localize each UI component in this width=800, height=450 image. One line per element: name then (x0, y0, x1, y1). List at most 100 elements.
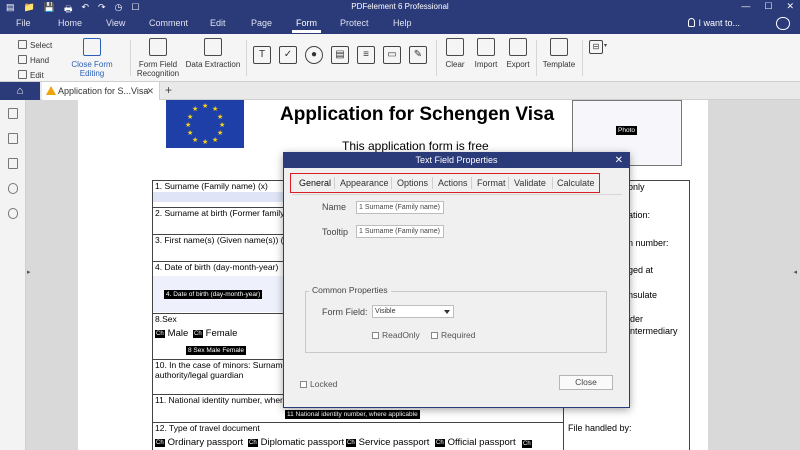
menu-edit[interactable]: Edit (210, 18, 226, 28)
menu-help[interactable]: Help (393, 18, 412, 28)
import-icon (477, 38, 495, 56)
hand-icon (18, 55, 27, 64)
ordinary-passport-option[interactable]: Ch Ordinary passport (155, 437, 243, 448)
radio-button-field-icon[interactable]: ● (305, 46, 323, 64)
locked-label: Locked (310, 379, 338, 389)
close-form-editing-button[interactable]: Close Form Editing (60, 38, 124, 78)
service-passport-option[interactable]: Ch Service passport (346, 437, 429, 448)
text-field-icon[interactable]: T (253, 46, 271, 64)
checkbox-icon[interactable]: Ch (248, 439, 258, 447)
service-passport-label: Service passport (358, 437, 430, 448)
title-bar: ▤ 📁 💾 🖶 ↶ ↷ ◷ ☐ PDFelement 6 Professiona… (0, 0, 800, 14)
close-tab-icon[interactable]: ✕ (146, 82, 154, 100)
checkbox-icon[interactable]: Ch (155, 330, 165, 338)
edit-icon (18, 70, 27, 79)
select-label: Select (30, 41, 53, 50)
diplomatic-passport-option[interactable]: Ch Diplomatic passport (248, 437, 344, 448)
checkbox-icon[interactable]: Ch (435, 439, 445, 447)
document-tab[interactable]: Application for S...Visa ✕ (42, 82, 160, 100)
i-want-to-search[interactable]: I want to... (688, 18, 740, 28)
dialog-close-icon[interactable]: ✕ (615, 153, 623, 168)
expand-right-panel-icon[interactable]: ◂ (793, 268, 797, 276)
clear-button[interactable]: Clear (443, 38, 467, 69)
comment-icon[interactable] (8, 158, 18, 169)
female-label: Female (205, 328, 238, 339)
common-properties-label: Common Properties (309, 285, 391, 295)
home-icon[interactable]: ⌂ (0, 82, 40, 100)
locked-checkbox[interactable]: Locked (300, 379, 337, 389)
separator (436, 40, 437, 76)
export-button[interactable]: Export (504, 38, 532, 69)
maximize-button[interactable]: ☐ (764, 1, 772, 12)
search-icon[interactable] (8, 208, 18, 219)
tab-validate[interactable]: Validate (514, 178, 546, 188)
date-of-birth-tag[interactable]: 4. Date of birth (day-month-year) (164, 290, 263, 299)
template-icon (550, 38, 568, 56)
checkbox-icon[interactable] (431, 332, 438, 339)
menu-protect[interactable]: Protect (340, 18, 369, 28)
tab-separator (471, 177, 472, 189)
button-field-icon[interactable]: ▭ (383, 46, 401, 64)
minimize-button[interactable]: — (741, 1, 750, 12)
select-tool[interactable]: Select (18, 38, 52, 53)
menu-form[interactable]: Form (292, 18, 321, 33)
tab-actions[interactable]: Actions (438, 178, 468, 188)
checkbox-icon[interactable]: Ch (193, 330, 203, 338)
national-id-tag[interactable]: 11 National identity number, where appli… (285, 410, 420, 419)
menu-page[interactable]: Page (251, 18, 272, 28)
import-button[interactable]: Import (472, 38, 500, 69)
checkbox-field-icon[interactable]: ✓ (279, 46, 297, 64)
sex-male-option[interactable]: Ch Male (155, 328, 188, 339)
sex-female-option[interactable]: Ch Female (193, 328, 237, 339)
photo-field-tag[interactable]: Photo (616, 126, 637, 135)
document-tab-label: Application for S...Visa (58, 86, 149, 96)
expand-left-panel-icon[interactable]: ▸ (27, 268, 31, 276)
combo-box-field-icon[interactable]: ▤ (331, 46, 349, 64)
app-title: PDFelement 6 Professional (351, 2, 449, 11)
dialog-title-bar: Text Field Properties ✕ (284, 153, 629, 168)
menu-comment[interactable]: Comment (149, 18, 188, 28)
official-passport-option[interactable]: Ch Official passport (435, 437, 516, 448)
template-button[interactable]: Template (540, 38, 578, 69)
close-button[interactable]: Close (559, 375, 613, 390)
menu-view[interactable]: View (106, 18, 125, 28)
eraser-icon (446, 38, 464, 56)
required-checkbox[interactable]: Required (431, 330, 476, 340)
tab-calculate[interactable]: Calculate (557, 178, 595, 188)
tooltip-input[interactable]: 1 Surname (Family name) (356, 225, 444, 238)
male-label: Male (167, 328, 189, 339)
tab-options[interactable]: Options (397, 178, 428, 188)
attachment-icon[interactable] (8, 183, 18, 194)
add-tab-button[interactable]: + (165, 83, 172, 97)
tool-mode-group: Select Hand Edit (18, 38, 52, 83)
readonly-checkbox[interactable]: ReadOnly (372, 330, 420, 340)
checkbox-icon[interactable] (372, 332, 379, 339)
menu-home[interactable]: Home (58, 18, 82, 28)
hand-tool[interactable]: Hand (18, 53, 52, 68)
checkbox-icon[interactable] (300, 381, 307, 388)
tab-format[interactable]: Format (477, 178, 506, 188)
list-box-field-icon[interactable]: ≡ (357, 46, 375, 64)
form-field-recognition-button[interactable]: Form Field Recognition (136, 38, 180, 78)
document-subtitle: This application form is free (342, 139, 489, 153)
data-extraction-button[interactable]: Data Extraction (185, 38, 241, 69)
signature-field-icon[interactable]: ✎ (409, 46, 427, 64)
align-icon[interactable]: ⊟ (589, 40, 603, 54)
template-label: Template (542, 60, 576, 69)
tab-general[interactable]: General (299, 178, 331, 188)
sex-field-tag[interactable]: 8 Sex Male Female (186, 346, 246, 355)
checkbox-icon[interactable]: Ch (155, 439, 165, 447)
checkbox-icon[interactable]: Ch (522, 440, 532, 448)
close-window-button[interactable]: ✕ (786, 1, 794, 12)
name-input[interactable]: 1 Surname (Family name) (356, 201, 444, 214)
account-icon[interactable] (776, 17, 790, 30)
align-dropdown-icon[interactable]: ▾ (604, 42, 607, 49)
diplomatic-passport-label: Diplomatic passport (260, 437, 345, 448)
tab-appearance[interactable]: Appearance (340, 178, 389, 188)
bookmark-icon[interactable] (8, 133, 18, 144)
menu-file[interactable]: File (16, 18, 31, 28)
checkbox-icon[interactable]: Ch (346, 439, 356, 447)
thumbnails-icon[interactable] (8, 108, 18, 119)
form-field-visibility-select[interactable]: Visible (372, 305, 454, 318)
edit-tool[interactable]: Edit (18, 68, 52, 83)
